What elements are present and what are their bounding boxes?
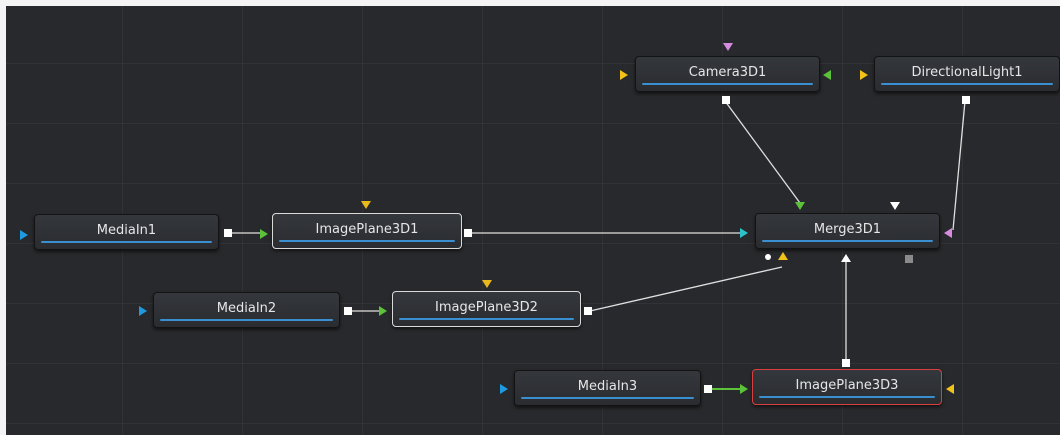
merge-dot-port[interactable] [765, 254, 771, 260]
light-input-port[interactable] [860, 70, 868, 80]
node-bar [762, 240, 933, 242]
node-bar [759, 396, 935, 398]
light-output-port[interactable] [962, 96, 970, 104]
node-label: MediaIn3 [577, 379, 638, 394]
merge-output-port[interactable] [905, 255, 913, 263]
node-imageplane3d1[interactable]: ImagePlane3D1 [272, 213, 462, 249]
node-bar [521, 397, 694, 399]
node-label: MediaIn1 [96, 223, 157, 238]
node-mediain2[interactable]: MediaIn2 [153, 292, 340, 328]
merge-input-port-camera[interactable] [795, 202, 805, 210]
mediain3-output-port[interactable] [704, 385, 712, 393]
merge-input-port-bottom[interactable] [778, 252, 788, 260]
merge-input-port-light[interactable] [944, 228, 952, 238]
imageplane1-input-port[interactable] [260, 229, 268, 239]
node-bar [41, 241, 212, 243]
merge-input-port[interactable] [740, 228, 748, 238]
node-bar [399, 318, 574, 320]
merge-input-port-top[interactable] [890, 202, 900, 210]
camera-input-port-left[interactable] [620, 70, 628, 80]
mediain1-input-port[interactable] [20, 230, 28, 240]
wire-light-merge [952, 100, 966, 231]
node-editor-canvas[interactable]: Camera3D1 DirectionalLight1 MediaIn1 Ima… [6, 6, 1060, 435]
node-label: ImagePlane3D3 [795, 378, 899, 393]
node-directionallight1[interactable]: DirectionalLight1 [874, 56, 1060, 92]
camera-output-port[interactable] [722, 96, 730, 104]
imageplane1-input-port-top[interactable] [361, 201, 371, 209]
imageplane3-input-port-right[interactable] [946, 384, 954, 394]
imageplane3-input-port[interactable] [740, 384, 748, 394]
wire-camera-merge [724, 100, 801, 204]
imageplane2-output-port[interactable] [584, 307, 592, 315]
camera-input-port[interactable] [723, 43, 733, 51]
imageplane1-output-port[interactable] [464, 229, 472, 237]
node-label: ImagePlane3D2 [435, 300, 538, 315]
wire-imageplane2-merge [589, 266, 783, 312]
node-bar [160, 319, 333, 321]
node-imageplane3d3[interactable]: ImagePlane3D3 [752, 369, 942, 405]
mediain3-input-port[interactable] [500, 384, 508, 394]
node-label: ImagePlane3D1 [315, 222, 419, 237]
imageplane3-output-port[interactable] [842, 359, 850, 367]
node-bar [642, 83, 813, 85]
merge-input-port-bottom-center[interactable] [841, 254, 851, 262]
node-mediain1[interactable]: MediaIn1 [34, 214, 219, 250]
node-bar [279, 240, 455, 242]
mediain1-output-port[interactable] [224, 229, 232, 237]
node-merge3d1[interactable]: Merge3D1 [755, 213, 940, 249]
node-camera3d1[interactable]: Camera3D1 [635, 56, 820, 92]
mediain2-output-port[interactable] [344, 307, 352, 315]
node-mediain3[interactable]: MediaIn3 [514, 370, 701, 406]
node-label: Camera3D1 [688, 65, 767, 80]
node-imageplane3d2[interactable]: ImagePlane3D2 [392, 291, 581, 327]
camera-output-port-right[interactable] [823, 70, 831, 80]
node-label: Merge3D1 [813, 222, 882, 237]
imageplane2-input-port-top[interactable] [482, 280, 492, 288]
mediain2-input-port[interactable] [139, 306, 147, 316]
node-bar [881, 83, 1053, 85]
node-label: MediaIn2 [216, 301, 277, 316]
imageplane2-input-port[interactable] [379, 306, 387, 316]
node-label: DirectionalLight1 [911, 65, 1023, 80]
